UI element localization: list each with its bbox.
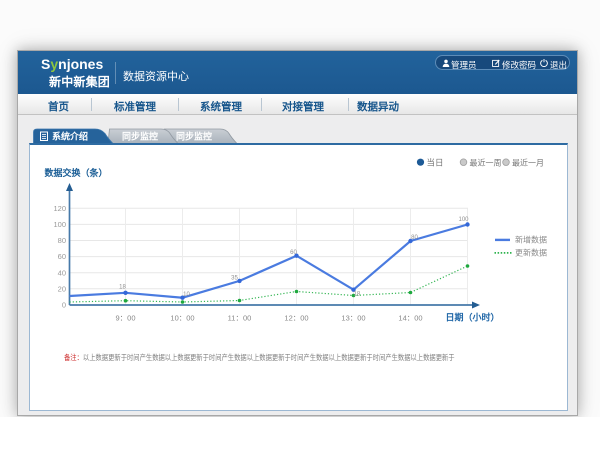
svg-text:120: 120	[53, 203, 66, 212]
svg-text:13：00: 13：00	[341, 313, 365, 322]
svg-text:100: 100	[458, 217, 469, 223]
svg-text:当日: 当日	[426, 157, 443, 167]
svg-text:12：00: 12：00	[284, 313, 308, 322]
svg-text:20: 20	[57, 284, 65, 293]
svg-text:新增数据: 新增数据	[515, 234, 547, 244]
svg-text:60: 60	[290, 250, 297, 256]
svg-text:11：00: 11：00	[227, 313, 251, 322]
svg-text:80: 80	[411, 235, 418, 241]
svg-text:同步监控: 同步监控	[122, 131, 158, 142]
svg-text:10：00: 10：00	[170, 313, 194, 322]
svg-text:18: 18	[119, 284, 126, 290]
svg-text:14：00: 14：00	[398, 313, 422, 322]
svg-text:80: 80	[57, 236, 65, 245]
svg-text:60: 60	[57, 252, 65, 261]
svg-text:数据交换（条）: 数据交换（条）	[44, 167, 107, 178]
svg-text:100: 100	[53, 220, 66, 229]
svg-text:日期（小时）: 日期（小时）	[445, 311, 499, 322]
svg-text:最近一周: 最近一周	[469, 157, 501, 167]
svg-text:同步监控: 同步监控	[176, 131, 212, 142]
svg-text:9：00: 9：00	[115, 313, 135, 322]
svg-text:0: 0	[61, 300, 65, 309]
svg-text:18: 18	[353, 291, 360, 297]
svg-text:系统介绍: 系统介绍	[52, 131, 88, 142]
svg-text:35: 35	[231, 275, 238, 281]
svg-text:最近一月: 最近一月	[512, 157, 544, 167]
svg-text:40: 40	[57, 268, 65, 277]
svg-text:10: 10	[183, 292, 190, 298]
svg-text:更新数据: 更新数据	[515, 247, 547, 257]
